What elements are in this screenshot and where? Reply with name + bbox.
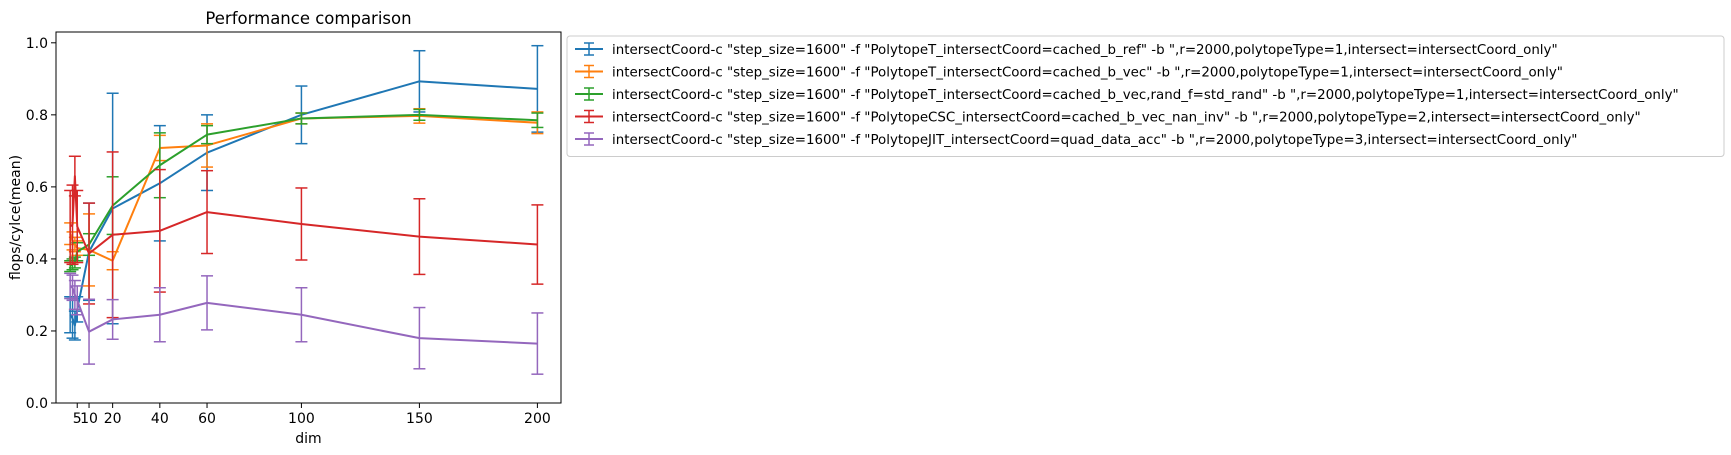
x-tick-label: 200	[524, 411, 551, 427]
legend-entry-label: intersectCoord-c "step_size=1600" -f "Po…	[612, 66, 1563, 81]
x-tick-label: 40	[151, 411, 169, 427]
y-tick-label: 0.8	[26, 108, 48, 124]
legend-entry-label: intersectCoord-c "step_size=1600" -f "Po…	[612, 111, 1641, 126]
legend: intersectCoord-c "step_size=1600" -f "Po…	[566, 35, 1725, 157]
x-axis-title: dim	[295, 431, 321, 447]
y-tick-label: 1.0	[26, 36, 48, 52]
performance-chart: 510 20 40 60 100 150 2000.00.20.40.60.81.0 Per…	[8, 9, 1725, 447]
x-tick-label: 150	[406, 411, 433, 427]
x-tick-label: 20	[104, 411, 122, 427]
y-tick-label: 0.6	[26, 180, 48, 196]
x-tick-label: 60	[198, 411, 216, 427]
chart-title: Performance comparison	[205, 9, 411, 28]
x-tick-label: 100	[288, 411, 315, 427]
y-axis-title: flops/cylce(mean)	[8, 155, 24, 280]
legend-entry-label: intersectCoord-c "step_size=1600" -f "Po…	[612, 43, 1558, 58]
y-tick-label: 0.2	[26, 324, 48, 340]
y-tick-label: 0.4	[26, 252, 48, 268]
legend-entry-label: intersectCoord-c "step_size=1600" -f "Po…	[612, 88, 1679, 103]
y-tick-label: 0.0	[26, 396, 48, 412]
x-tick-label: 10	[80, 411, 98, 427]
legend-entry-label: intersectCoord-c "step_size=1600" -f "Po…	[612, 133, 1577, 148]
